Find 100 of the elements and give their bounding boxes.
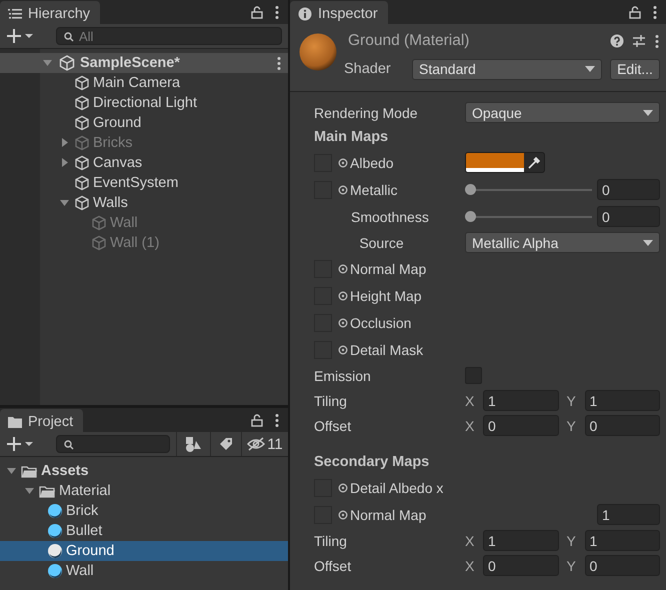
add-icon[interactable]: [6, 436, 34, 452]
asset-row[interactable]: Bullet: [0, 521, 288, 541]
panel-tab[interactable]: Project: [0, 409, 84, 432]
slider-thumb[interactable]: [465, 211, 476, 222]
number-field[interactable]: 0: [584, 415, 660, 436]
object-picker-icon[interactable]: [338, 318, 348, 328]
section-heading: Main Maps: [314, 129, 388, 145]
property-dropdown[interactable]: Metallic Alpha: [465, 232, 660, 253]
axis-label: Y: [566, 558, 577, 574]
caret-icon: [643, 240, 653, 246]
axis-label: Y: [566, 392, 577, 408]
hierarchy-item[interactable]: Main Camera: [93, 75, 180, 91]
folder-icon: [8, 416, 22, 428]
slider-thumb[interactable]: [465, 184, 476, 195]
property-label: Emission: [314, 368, 371, 384]
search-icon: [63, 439, 74, 450]
list-icon: [8, 8, 22, 20]
property-label: Normal Map: [350, 506, 426, 522]
caret-icon: [643, 110, 653, 116]
number-field[interactable]: 1: [483, 530, 558, 551]
asset-row[interactable]: Wall: [0, 561, 288, 581]
more-options-icon[interactable]: [652, 4, 658, 20]
object-picker-icon[interactable]: [338, 290, 348, 300]
property-label: Rendering Mode: [314, 104, 418, 120]
number-field[interactable]: 0: [597, 179, 660, 200]
sliders-icon[interactable]: [632, 34, 646, 48]
number-field[interactable]: 0: [483, 415, 558, 436]
shapes-icon: [185, 436, 202, 452]
search-field[interactable]: [56, 435, 170, 453]
property-label: Tiling: [314, 532, 347, 548]
hidden-eye-icon: [247, 437, 266, 451]
info-icon: [298, 6, 312, 20]
more-options-icon[interactable]: [654, 34, 660, 48]
panel-tab[interactable]: Hierarchy: [0, 1, 100, 24]
asset-row[interactable]: Material: [0, 481, 288, 501]
slider-track[interactable]: [465, 182, 592, 196]
axis-label: Y: [566, 418, 577, 434]
more-options-icon[interactable]: [276, 56, 282, 70]
number-field[interactable]: 1: [483, 390, 558, 411]
lock-icon[interactable]: [628, 5, 642, 19]
asset-name: Wall: [66, 563, 94, 579]
property-label: Detail Mask: [350, 342, 424, 358]
asset-name: Material: [59, 483, 111, 499]
object-picker-icon[interactable]: [338, 158, 348, 168]
unity-logo-icon: [59, 55, 75, 71]
asset-name: Assets: [41, 463, 89, 479]
cube-icon: [91, 235, 107, 251]
hierarchy-item[interactable]: Ground: [93, 115, 142, 131]
cube-icon: [74, 155, 90, 171]
object-picker-icon[interactable]: [338, 482, 348, 492]
hierarchy-item[interactable]: Walls: [93, 195, 128, 211]
shader-dropdown[interactable]: Standard: [412, 58, 602, 80]
asset-name: Ground: [66, 543, 114, 559]
more-options-icon[interactable]: [274, 4, 280, 20]
cube-icon: [74, 195, 90, 211]
property-dropdown[interactable]: Opaque: [465, 102, 660, 123]
number-field[interactable]: 0: [483, 555, 558, 576]
lock-icon[interactable]: [250, 413, 264, 427]
property-label: Source: [359, 234, 404, 250]
asset-row[interactable]: Ground: [0, 541, 288, 561]
edit-button[interactable]: Edit...: [610, 58, 660, 80]
add-icon[interactable]: [6, 28, 34, 44]
search-field[interactable]: All: [56, 27, 282, 45]
lock-icon[interactable]: [250, 5, 264, 19]
help-icon[interactable]: [610, 34, 624, 48]
cube-icon: [91, 215, 107, 231]
search-icon: [63, 31, 74, 42]
number-field[interactable]: 1: [584, 390, 660, 411]
sphere-icon: [47, 563, 63, 579]
slider-track[interactable]: [465, 210, 592, 224]
hierarchy-item[interactable]: Canvas: [93, 155, 142, 171]
hierarchy-item[interactable]: Directional Light: [93, 95, 197, 111]
axis-label: X: [465, 418, 476, 434]
property-label: Height Map: [350, 288, 422, 304]
sphere-icon: [47, 543, 63, 559]
asset-row[interactable]: Brick: [0, 501, 288, 521]
number-field[interactable]: 0: [597, 206, 660, 227]
property-label: Occlusion: [350, 314, 412, 330]
object-picker-icon[interactable]: [338, 510, 348, 520]
axis-label: X: [465, 532, 476, 548]
hierarchy-item[interactable]: EventSystem: [93, 175, 178, 191]
panel-tab[interactable]: Inspector: [290, 1, 388, 24]
eyedropper-icon[interactable]: [528, 156, 540, 168]
hidden-packages-button[interactable]: 11: [241, 432, 288, 456]
number-field[interactable]: 1: [597, 504, 660, 525]
sphere-icon: [47, 523, 63, 539]
number-field[interactable]: 1: [584, 530, 660, 551]
object-picker-icon[interactable]: [338, 184, 348, 194]
color-field[interactable]: [465, 152, 545, 173]
folder-icon: [39, 484, 56, 498]
asset-name: Brick: [66, 503, 98, 519]
caret-icon: [585, 66, 595, 72]
scene-header-row[interactable]: SampleScene*: [0, 53, 288, 73]
number-field[interactable]: 0: [584, 555, 660, 576]
object-picker-icon[interactable]: [338, 344, 348, 354]
asset-row[interactable]: Assets: [0, 461, 288, 481]
material-preview-icon: [298, 32, 338, 72]
more-options-icon[interactable]: [274, 412, 280, 428]
object-picker-icon[interactable]: [338, 264, 348, 274]
property-label: Smoothness: [351, 208, 429, 224]
